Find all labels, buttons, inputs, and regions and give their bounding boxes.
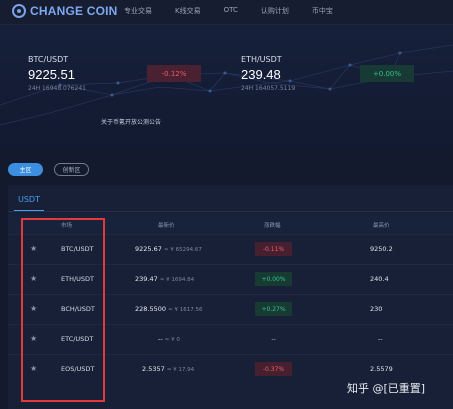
logo[interactable]: CHANGE COIN [12, 4, 118, 18]
nav-pro-trade[interactable]: 专业交易 [124, 6, 152, 16]
main-zone-button[interactable]: 主区 [8, 163, 43, 176]
ticker-eth-change: +0.00% [360, 65, 414, 82]
row-price: 9225.67 ≈ ¥ 65294.67 [135, 245, 202, 253]
ticker-banner: BTC/USDT 9225.51 24H 16948.076241 -0.12%… [0, 25, 453, 150]
row-change: -0.11% [255, 242, 292, 256]
row-change: +0.00% [255, 272, 292, 286]
ticker-eth-volume: 24H 164057.5119 [241, 85, 296, 92]
ticker-eth-pair[interactable]: ETH/USDT [241, 55, 282, 64]
nav-subscription[interactable]: 认购计划 [261, 6, 289, 16]
nav-kline-trade[interactable]: K线交易 [175, 6, 201, 16]
row-high: 240.4 [370, 275, 389, 283]
announcement-link[interactable]: 关于币氪开放公测公告 [101, 117, 161, 126]
header-change[interactable]: 涨跌幅 [264, 221, 281, 229]
nav-coin-bao[interactable]: 币中宝 [312, 6, 333, 16]
tab-usdt[interactable]: USDT [18, 195, 40, 204]
ticker-eth-price: 239.48 [241, 67, 281, 82]
row-high: 9250.2 [370, 245, 393, 253]
row-high: 230 [370, 305, 383, 313]
row-price: -- ≈ ¥ 0 [158, 335, 180, 343]
row-price: 2.5357 ≈ ¥ 17.94 [142, 365, 195, 373]
header-latest-price[interactable]: 最新价 [158, 221, 175, 229]
header-high[interactable]: 最高价 [373, 221, 390, 229]
innovation-zone-button[interactable]: 创新区 [54, 163, 89, 176]
ticker-btc-volume: 24H 16948.076241 [28, 85, 86, 92]
highlight-annotation-box [21, 218, 105, 402]
nav-otc[interactable]: OTC [224, 6, 238, 16]
top-navbar: CHANGE COIN 专业交易 K线交易 OTC 认购计划 币中宝 [0, 0, 453, 25]
row-price: 228.5500 ≈ ¥ 1617.56 [135, 305, 203, 313]
logo-icon [12, 4, 26, 18]
row-high: -- [378, 335, 383, 343]
row-change: -- [271, 335, 276, 343]
ticker-btc-change: -0.12% [147, 65, 201, 82]
row-price: 239.47 ≈ ¥ 1694.84 [135, 275, 195, 283]
row-high: 2.5579 [370, 365, 393, 373]
row-change: -0.37% [255, 362, 292, 376]
ticker-btc-pair[interactable]: BTC/USDT [28, 55, 68, 64]
zhihu-watermark: 知乎 @[已重置] [347, 382, 426, 395]
main-nav: 专业交易 K线交易 OTC 认购计划 币中宝 [124, 6, 356, 16]
ticker-btc-price: 9225.51 [28, 67, 75, 82]
tab-divider [8, 211, 453, 212]
row-change: +0.27% [255, 302, 292, 316]
logo-text: CHANGE COIN [30, 4, 118, 18]
